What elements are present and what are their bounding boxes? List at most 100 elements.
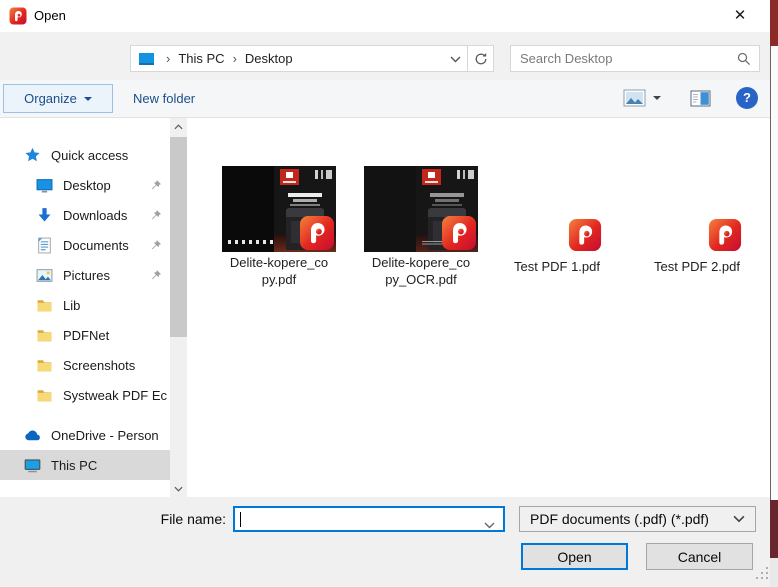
background-window-sliver [770,46,778,500]
picture-icon [36,267,53,284]
sidebar-item-screenshots[interactable]: Screenshots [0,350,170,380]
sidebar-item-label: OneDrive - Person [51,427,159,443]
file-type-select[interactable]: PDF documents (.pdf) (*.pdf) [519,506,756,532]
file-label-line: Delite-kopere_co [371,255,471,270]
pdf-app-icon [9,7,27,25]
title-bar: Open ✕ [0,0,770,32]
sidebar-item-this-pc[interactable]: This PC [0,450,170,480]
sidebar-item-label: Screenshots [63,357,136,373]
chevron-down-icon [83,96,92,101]
sidebar-item-label: Quick access [51,147,129,163]
background-window-sliver [770,500,778,558]
file-label[interactable]: Delite-kopere_co py_OCR.pdf [341,254,501,288]
address-bar[interactable]: › This PC › Desktop [130,45,468,72]
sidebar-item-desktop[interactable]: Desktop [0,170,170,200]
sidebar-item-systweak-pdf-ec[interactable]: Systweak PDF Ec [0,380,170,410]
background-window-sliver [770,558,778,587]
sidebar-item-downloads[interactable]: Downloads [0,200,170,230]
breadcrumb-separator: › [232,51,237,66]
thumbnail-title-line [290,204,320,206]
preview-pane-icon[interactable] [690,90,711,107]
breadcrumb-this-pc[interactable]: This PC [178,51,224,66]
chevron-down-icon [733,515,745,523]
sidebar-item-onedrive-person[interactable]: OneDrive - Person [0,420,170,450]
sidebar-item-label: This PC [51,457,98,473]
file-thumbnail[interactable] [222,166,336,252]
computer-icon [24,457,41,474]
pin-icon [149,209,162,222]
folder-icon [36,327,53,344]
sidebar-scrollbar[interactable] [170,118,187,497]
file-name-dropdown-icon[interactable] [484,516,495,534]
brand-logo [280,169,299,185]
open-dialog-screenshot: Open ✕ › This PC › Desktop Search Deskto… [0,0,778,587]
file-label-line: Test PDF 2.pdf [654,259,740,274]
thumbnail-title-line [435,199,459,202]
file-list: Delite-kopere_co py.pdf Delite-kopere_copy… [187,118,770,497]
close-icon[interactable]: ✕ [718,1,762,31]
cancel-button-label: Cancel [677,548,722,565]
navigation-bar: › This PC › Desktop Search Desktop [0,32,770,98]
file-type-value: PDF documents (.pdf) (*.pdf) [530,511,709,527]
scrollbar-thumb[interactable] [170,137,187,337]
sidebar-item-label: Downloads [63,207,128,223]
navigation-pane: Quick access Desktop Downloads Documents Pic… [0,118,170,497]
sidebar-item-label: Systweak PDF Ec [63,387,168,403]
open-button[interactable]: Open [521,543,628,570]
sidebar-item-pdfnet[interactable]: PDFNet [0,320,170,350]
cancel-button[interactable]: Cancel [646,543,753,570]
sidebar-item-quick-access[interactable]: Quick access [0,140,170,170]
address-dropdown-icon[interactable] [443,50,467,68]
organize-button[interactable]: Organize [3,84,113,113]
window-title: Open [34,8,66,23]
breadcrumb-separator: › [166,51,171,66]
file-label[interactable]: Test PDF 2.pdf [627,258,767,275]
search-placeholder: Search Desktop [520,51,613,66]
cloud-icon [24,427,41,444]
scroll-down-icon[interactable] [170,480,187,497]
thumbnail-corner-marks [457,170,474,179]
thumbnail-corner-marks [315,170,332,179]
sidebar-item-lib[interactable]: Lib [0,290,170,320]
sidebar-item-documents[interactable]: Documents [0,230,170,260]
sidebar-item-label: PDFNet [63,327,110,343]
desktop-location-icon [139,52,154,65]
thumbnails-view-icon[interactable] [623,89,646,107]
open-dialog: Open ✕ › This PC › Desktop Search Deskto… [0,0,770,587]
file-thumbnail[interactable] [364,166,478,252]
sidebar-item-pictures[interactable]: Pictures [0,260,170,290]
scroll-up-icon[interactable] [170,118,187,135]
views-dropdown-icon[interactable] [653,96,661,100]
text-caret [240,512,241,527]
file-label[interactable]: Delite-kopere_co py.pdf [199,254,359,288]
thumbnail-title-line [293,199,317,202]
pdf-badge-icon [441,215,477,251]
sidebar-item-label: Desktop [63,177,111,193]
open-button-label: Open [557,548,592,565]
file-name-label: File name: [160,511,226,527]
resize-grip[interactable] [754,565,770,581]
folder-icon [36,387,53,404]
pdf-file-icon[interactable] [568,218,602,252]
download-arrow-icon [36,207,53,224]
thumbnail-title-line [432,204,462,206]
folder-icon [36,297,53,314]
pin-icon [149,179,162,192]
file-name-input[interactable] [233,506,505,532]
file-label-line: py.pdf [261,272,297,287]
breadcrumb-desktop[interactable]: Desktop [245,51,293,66]
pdf-file-icon[interactable] [708,218,742,252]
sidebar-item-label: Lib [63,297,81,313]
document-icon [36,237,53,254]
file-label-line: Delite-kopere_co [229,255,329,270]
help-icon[interactable]: ? [736,87,758,109]
search-icon[interactable] [737,52,751,66]
file-label-line: py_OCR.pdf [385,272,457,287]
star-icon [24,147,41,164]
search-box[interactable]: Search Desktop [510,45,760,72]
sidebar-item-label: Pictures [63,267,110,283]
file-label[interactable]: Test PDF 1.pdf [487,258,627,275]
command-toolbar: Organize New folder ? [0,80,770,118]
new-folder-button[interactable]: New folder [133,80,195,117]
refresh-icon[interactable] [468,45,494,72]
